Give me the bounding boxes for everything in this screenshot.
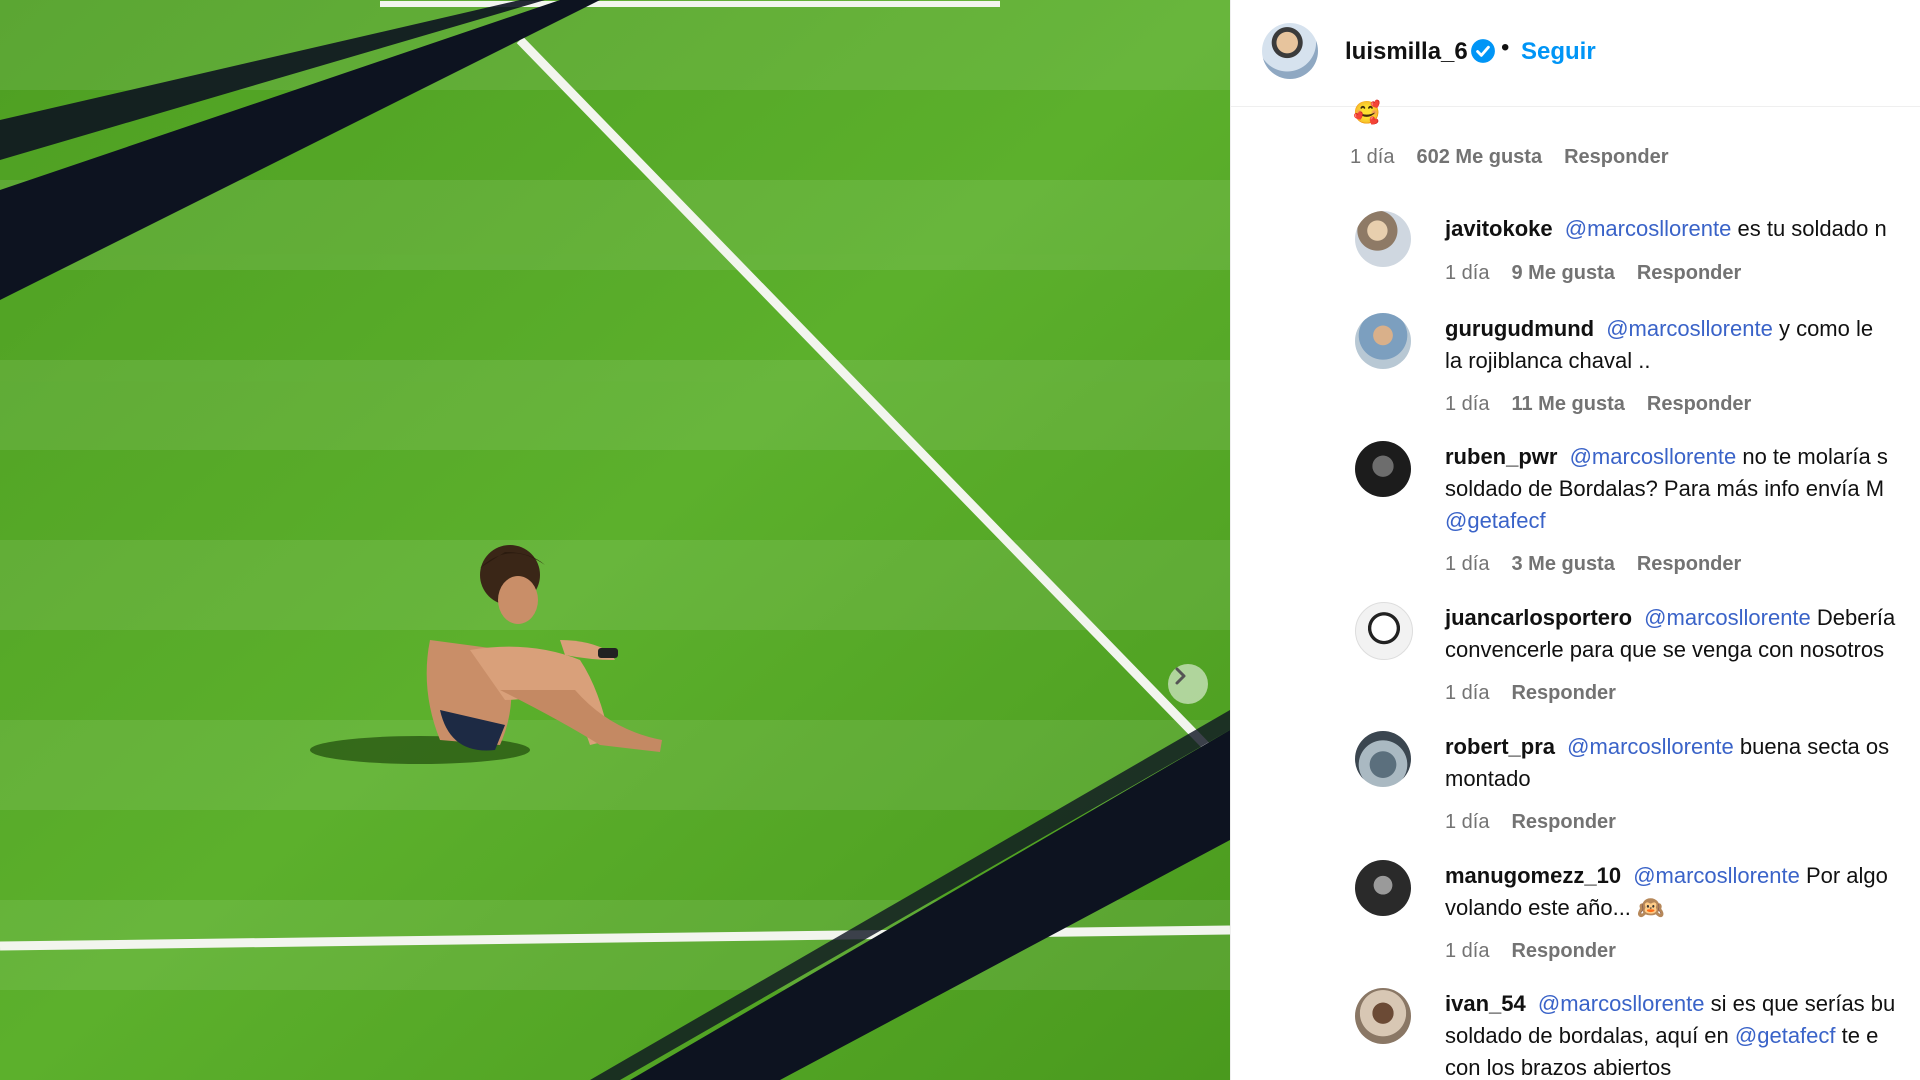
comment-meta: 1 día Responder	[1445, 811, 1616, 834]
comment-likes[interactable]: 3 Me gusta	[1511, 553, 1614, 576]
comment-mention[interactable]: @marcosllorente	[1570, 444, 1737, 469]
commenter-avatar[interactable]	[1355, 602, 1413, 660]
comment-meta: 1 día Responder	[1445, 682, 1616, 705]
comment-likes[interactable]: 9 Me gusta	[1511, 262, 1614, 285]
reply-button[interactable]: Responder	[1564, 146, 1668, 169]
reply-button[interactable]: Responder	[1647, 393, 1751, 416]
reply-button[interactable]: Responder	[1637, 262, 1741, 285]
comment-time: 1 día	[1445, 811, 1490, 833]
comment-text-line2: convencerle para que se venga con nosotr…	[1445, 637, 1885, 662]
header-separator: •	[1501, 34, 1510, 61]
post-header: luismilla_6 • Seguir	[1231, 0, 1920, 107]
comment-time: 1 día	[1445, 553, 1490, 575]
comment-mention-2[interactable]: @getafecf	[1445, 508, 1546, 533]
commenter-avatar[interactable]	[1355, 441, 1411, 497]
comment-likes[interactable]: 602 Me gusta	[1416, 146, 1542, 169]
comment-time: 1 día	[1445, 393, 1490, 415]
comment-text-line2: la rojiblanca chaval ..	[1445, 348, 1651, 373]
post-media[interactable]	[0, 0, 1230, 1080]
commenter-avatar[interactable]	[1355, 860, 1411, 916]
commenter-username[interactable]: robert_pra	[1445, 734, 1555, 759]
commenter-avatar[interactable]	[1355, 313, 1411, 369]
comment-mention[interactable]: @marcosllorente	[1565, 216, 1732, 241]
comment-meta: 1 día 9 Me gusta Responder	[1445, 262, 1741, 285]
comment-text-line2b: te e	[1841, 1023, 1879, 1048]
comment-mention[interactable]: @marcosllorente	[1567, 734, 1734, 759]
comment-mention-2[interactable]: @getafecf	[1735, 1023, 1836, 1048]
comment-text: si es que serías bu	[1710, 991, 1896, 1016]
comment-mention[interactable]: @marcosllorente	[1633, 863, 1800, 888]
comment-text: Por algo	[1805, 863, 1888, 888]
previous-comment-emoji: 🥰	[1353, 100, 1381, 125]
comment-text: buena secta os	[1739, 734, 1890, 759]
follow-button[interactable]: Seguir	[1521, 38, 1596, 66]
comment-text: Debería	[1816, 605, 1896, 630]
comment-time: 1 día	[1445, 682, 1490, 704]
comment-time: 1 día	[1445, 940, 1490, 962]
comment-meta: 1 día 3 Me gusta Responder	[1445, 553, 1741, 576]
comment-likes[interactable]: 11 Me gusta	[1511, 393, 1624, 416]
comment-text: no te molaría s	[1742, 444, 1888, 469]
comment-text-line2: soldado de Bordalas? Para más info envía…	[1445, 476, 1885, 501]
verified-badge-icon	[1471, 39, 1495, 63]
comment-text-line2a: soldado de bordalas, aquí en	[1445, 1023, 1729, 1048]
comment-text: y como le	[1778, 316, 1874, 341]
comment-meta: 1 día 11 Me gusta Responder	[1445, 393, 1751, 416]
commenter-avatar[interactable]	[1355, 211, 1411, 267]
commenter-username[interactable]: javitokoke	[1445, 216, 1553, 241]
commenter-username[interactable]: gurugudmund	[1445, 316, 1594, 341]
comment-text-line2: montado	[1445, 766, 1531, 791]
next-media-button[interactable]	[1168, 664, 1208, 704]
author-avatar[interactable]	[1262, 23, 1318, 79]
comment-text: es tu soldado n	[1737, 216, 1887, 241]
reply-button[interactable]: Responder	[1511, 940, 1615, 963]
comment-mention[interactable]: @marcosllorente	[1606, 316, 1773, 341]
commenter-avatar[interactable]	[1355, 731, 1411, 787]
commenter-username[interactable]: ruben_pwr	[1445, 444, 1557, 469]
chevron-right-icon	[1175, 667, 1186, 685]
pitch-photo	[0, 0, 1230, 1080]
comment-mention[interactable]: @marcosllorente	[1644, 605, 1811, 630]
commenter-username[interactable]: manugomezz_10	[1445, 863, 1621, 888]
reply-button[interactable]: Responder	[1637, 553, 1741, 576]
reply-button[interactable]: Responder	[1511, 682, 1615, 705]
commenter-avatar[interactable]	[1355, 988, 1411, 1044]
comment-time: 1 día	[1350, 146, 1395, 168]
commenter-username[interactable]: juancarlosportero	[1445, 605, 1632, 630]
comment-mention[interactable]: @marcosllorente	[1538, 991, 1705, 1016]
reply-button[interactable]: Responder	[1511, 811, 1615, 834]
previous-comment-meta: 1 día 602 Me gusta Responder	[1350, 146, 1669, 169]
comment-time: 1 día	[1445, 262, 1490, 284]
commenter-username[interactable]: ivan_54	[1445, 991, 1526, 1016]
comment-text-line3: con los brazos abiertos	[1445, 1055, 1672, 1080]
comment-text-line2: volando este año... 🙉	[1445, 895, 1665, 920]
comment-meta: 1 día Responder	[1445, 940, 1616, 963]
author-username[interactable]: luismilla_6	[1345, 38, 1468, 66]
comments-panel: luismilla_6 • Seguir 🥰 1 día 602 Me gust…	[1230, 0, 1920, 1080]
